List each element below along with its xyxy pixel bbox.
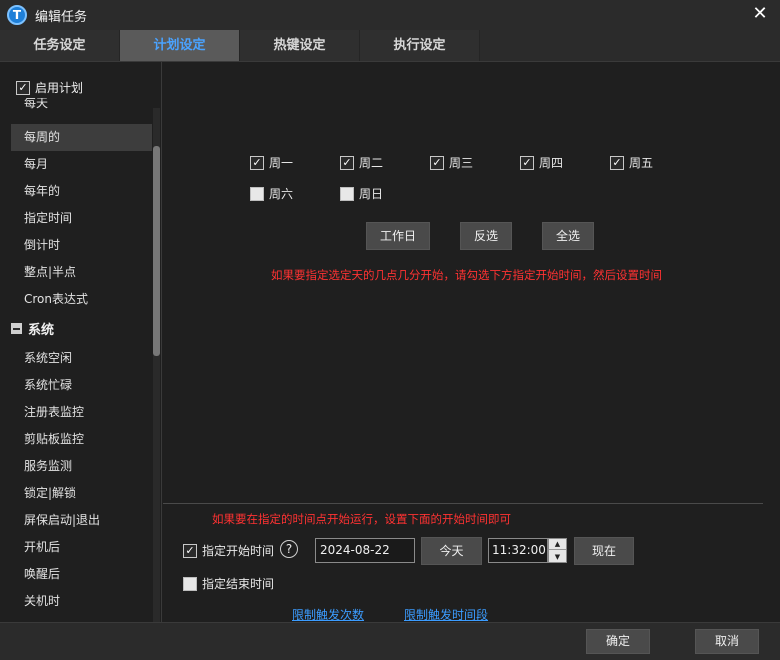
- limit-trigger-count-link[interactable]: 限制触发次数: [292, 606, 364, 623]
- weekday-label: 周一: [269, 156, 294, 170]
- cancel-button[interactable]: 取消: [695, 629, 759, 654]
- sidebar-item-system-idle[interactable]: 系统空闲: [11, 345, 152, 372]
- section-divider: [163, 503, 763, 504]
- weekday-label: 周五: [629, 156, 654, 170]
- weekday-label: 周日: [359, 187, 384, 201]
- sidebar-item-after-boot[interactable]: 开机后: [11, 534, 152, 561]
- weekday-sunday-checkbox[interactable]: 周日: [340, 185, 383, 202]
- sidebar-item-system-busy[interactable]: 系统忙碌: [11, 372, 152, 399]
- sidebar-item-yearly[interactable]: 每年的: [11, 178, 152, 205]
- weekday-tuesday-checkbox[interactable]: ✓ 周二: [340, 154, 383, 171]
- weekday-label: 周三: [449, 156, 474, 170]
- checkbox-unchecked-icon[interactable]: [183, 576, 197, 591]
- dialog-footer: [0, 622, 780, 660]
- chevron-up-icon[interactable]: ▲: [549, 539, 566, 550]
- start-time-input[interactable]: 11:32:00: [488, 538, 548, 563]
- time-spinner[interactable]: ▲ ▼: [548, 538, 567, 563]
- checkbox-checked-icon[interactable]: ✓: [520, 155, 534, 170]
- checkbox-checked-icon[interactable]: ✓: [340, 155, 354, 170]
- sidebar-item-specified-time[interactable]: 指定时间: [11, 205, 152, 232]
- specify-end-time-label: 指定结束时间: [202, 577, 275, 591]
- sidebar-item-hourly[interactable]: 整点|半点: [11, 259, 152, 286]
- sidebar-item-shutdown[interactable]: 关机时: [11, 588, 152, 615]
- sidebar-item-countdown[interactable]: 倒计时: [11, 232, 152, 259]
- weekday-label: 周四: [539, 156, 564, 170]
- sidebar-item-registry-monitor[interactable]: 注册表监控: [11, 399, 152, 426]
- checkbox-checked-icon[interactable]: ✓: [250, 155, 264, 170]
- weekday-friday-checkbox[interactable]: ✓ 周五: [610, 154, 653, 171]
- schedule-type-sidebar: ✓ 启用计划 每天 每周的 每月 每年的 指定时间 倒计时 整点|半点 Cron…: [0, 62, 162, 622]
- checkbox-checked-icon[interactable]: ✓: [610, 155, 624, 170]
- collapse-minus-icon[interactable]: [11, 323, 22, 334]
- tab-execution-settings[interactable]: 执行设定: [360, 30, 480, 61]
- sidebar-item-weekly[interactable]: 每周的: [11, 124, 152, 151]
- limit-trigger-period-link[interactable]: 限制触发时间段: [404, 606, 488, 623]
- tab-task-settings[interactable]: 任务设定: [0, 30, 120, 61]
- today-button[interactable]: 今天: [421, 537, 482, 565]
- help-icon[interactable]: ?: [280, 540, 298, 558]
- specify-end-time-checkbox[interactable]: 指定结束时间: [183, 575, 274, 592]
- now-button[interactable]: 现在: [574, 537, 634, 565]
- enable-schedule-checkbox[interactable]: ✓ 启用计划: [16, 79, 83, 96]
- checkbox-checked-icon[interactable]: ✓: [16, 80, 30, 95]
- weekday-label: 周六: [269, 187, 294, 201]
- sidebar-scrollbar[interactable]: [153, 108, 160, 622]
- tab-bar: 任务设定 计划设定 热键设定 执行设定: [0, 30, 780, 62]
- close-icon[interactable]: ✕: [750, 4, 770, 24]
- checkbox-checked-icon[interactable]: ✓: [430, 155, 444, 170]
- sidebar-item-daily[interactable]: 每天: [11, 98, 152, 116]
- sidebar-item-cron[interactable]: Cron表达式: [11, 286, 152, 313]
- workday-button[interactable]: 工作日: [366, 222, 430, 250]
- start-time-hint-top: 如果要指定选定天的几点几分开始，请勾选下方指定开始时间，然后设置时间: [271, 268, 662, 282]
- weekday-wednesday-checkbox[interactable]: ✓ 周三: [430, 154, 473, 171]
- checkbox-unchecked-icon[interactable]: [340, 186, 354, 201]
- start-date-input[interactable]: 2024-08-22: [315, 538, 415, 563]
- weekday-thursday-checkbox[interactable]: ✓ 周四: [520, 154, 563, 171]
- enable-schedule-label: 启用计划: [35, 81, 84, 95]
- specify-start-time-checkbox[interactable]: ✓ 指定开始时间: [183, 542, 274, 559]
- sidebar-item-screensaver[interactable]: 屏保启动|退出: [11, 507, 152, 534]
- sidebar-item-lock-unlock[interactable]: 锁定|解锁: [11, 480, 152, 507]
- title-bar: T 编辑任务 ✕: [0, 0, 780, 30]
- sidebar-item-service-monitor[interactable]: 服务监测: [11, 453, 152, 480]
- weekday-label: 周二: [359, 156, 384, 170]
- app-logo-icon: T: [7, 5, 27, 25]
- sidebar-scroll-thumb[interactable]: [153, 146, 160, 356]
- select-all-button[interactable]: 全选: [542, 222, 594, 250]
- specify-start-time-label: 指定开始时间: [202, 544, 275, 558]
- chevron-down-icon[interactable]: ▼: [549, 551, 566, 562]
- tab-hotkey-settings[interactable]: 热键设定: [240, 30, 360, 61]
- weekday-monday-checkbox[interactable]: ✓ 周一: [250, 154, 293, 171]
- tab-schedule-settings[interactable]: 计划设定: [120, 30, 240, 61]
- sidebar-item-clipboard-monitor[interactable]: 剪贴板监控: [11, 426, 152, 453]
- ok-button[interactable]: 确定: [586, 629, 650, 654]
- window-title: 编辑任务: [35, 9, 88, 25]
- sidebar-item-monthly[interactable]: 每月: [11, 151, 152, 178]
- checkbox-unchecked-icon[interactable]: [250, 186, 264, 201]
- weekday-saturday-checkbox[interactable]: 周六: [250, 185, 293, 202]
- sidebar-group-label: 系统: [28, 323, 55, 338]
- invert-selection-button[interactable]: 反选: [460, 222, 512, 250]
- start-time-hint-bottom: 如果要在指定的时间点开始运行，设置下面的开始时间即可: [212, 512, 511, 526]
- sidebar-group-system[interactable]: 系统: [11, 315, 152, 342]
- sidebar-item-after-wake[interactable]: 唤醒后: [11, 561, 152, 588]
- checkbox-checked-icon[interactable]: ✓: [183, 543, 197, 558]
